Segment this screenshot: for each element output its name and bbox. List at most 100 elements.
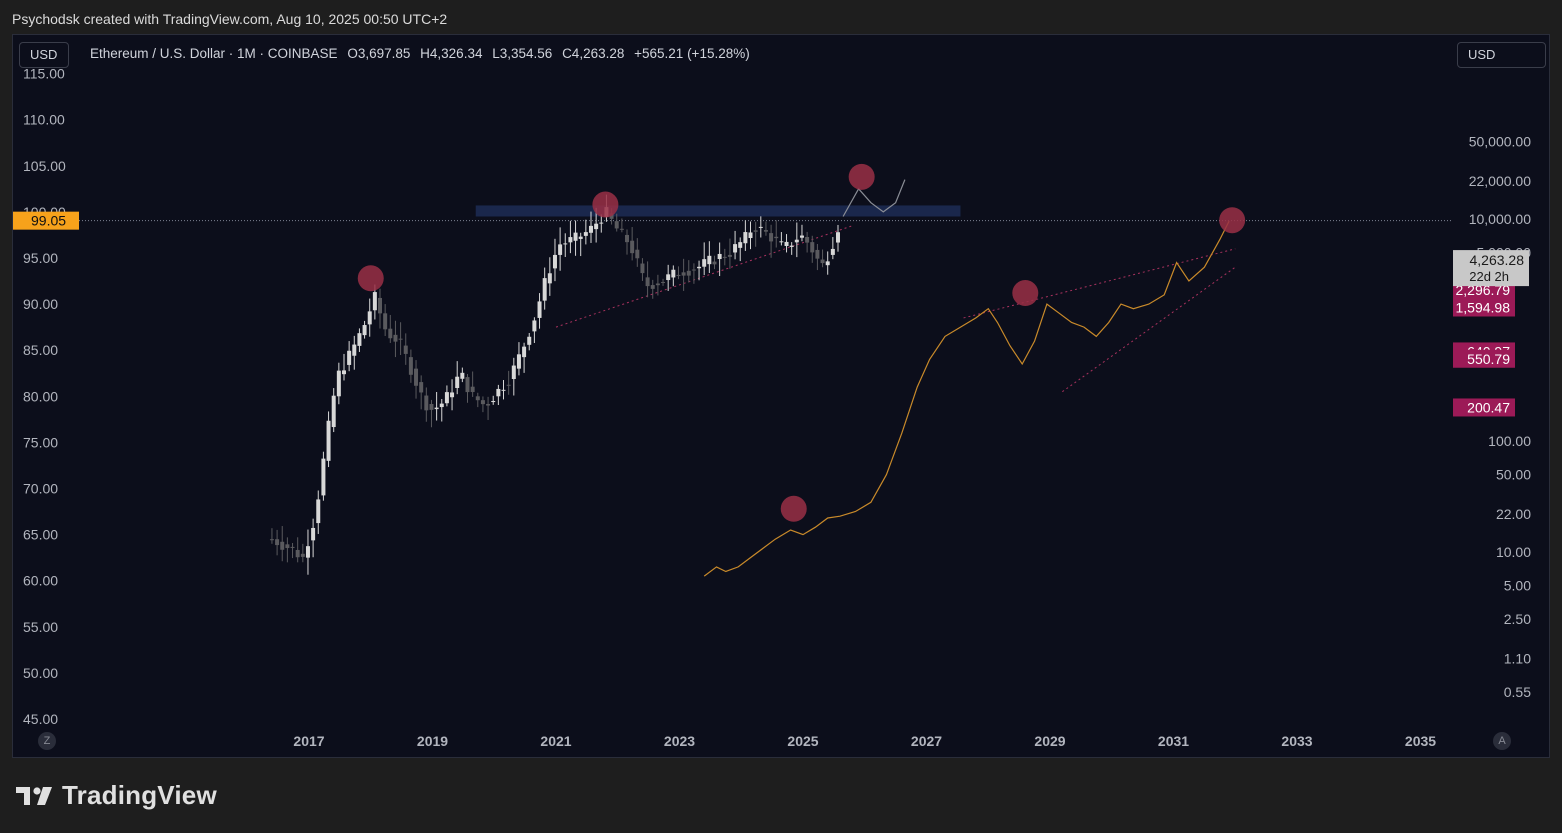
candle-body xyxy=(588,225,593,233)
candle-body xyxy=(475,396,480,401)
candle xyxy=(501,380,506,400)
brand-footer[interactable]: TradingView xyxy=(16,780,217,811)
candle-body xyxy=(372,292,377,311)
cycle-marker-3 xyxy=(780,495,807,522)
candle xyxy=(434,391,439,421)
time-axis-tick: 2033 xyxy=(1281,733,1312,749)
candle xyxy=(290,542,295,559)
candle-body xyxy=(630,240,635,254)
price-badge-text: 1,594.98 xyxy=(1456,299,1511,315)
candle-body xyxy=(681,272,686,276)
candle xyxy=(311,518,316,558)
candle xyxy=(393,320,398,358)
candle xyxy=(810,235,815,263)
candle xyxy=(419,375,424,410)
candle-body xyxy=(275,539,280,546)
current-price-text: 4,263.28 xyxy=(1470,252,1525,268)
candle xyxy=(697,260,702,281)
candle-body xyxy=(655,283,660,286)
right-axis-tick: 22.00 xyxy=(1496,506,1531,522)
tradingview-logo-icon xyxy=(16,786,52,805)
candle xyxy=(506,370,511,395)
candle xyxy=(527,332,532,351)
candle-body xyxy=(707,255,712,265)
candle xyxy=(743,220,748,251)
candle-body xyxy=(280,541,285,550)
right-axis-tick: 50,000.00 xyxy=(1469,133,1531,149)
candle xyxy=(748,221,753,250)
candle-body xyxy=(640,263,645,274)
currency-button-right[interactable]: USD xyxy=(1457,42,1546,68)
candle-body xyxy=(419,382,424,393)
candle-body xyxy=(753,230,758,232)
countdown-text: 22d 2h xyxy=(1469,269,1509,284)
candle xyxy=(805,231,810,253)
candle-body xyxy=(738,242,743,248)
current-price-badge: 4,263.2822d 2h xyxy=(1453,250,1529,287)
candle-body xyxy=(455,376,460,389)
candle xyxy=(460,367,465,383)
candle-body xyxy=(578,236,583,239)
candle xyxy=(578,232,583,257)
candle xyxy=(671,265,676,287)
candle xyxy=(825,251,830,275)
candle xyxy=(300,543,305,563)
candle-body xyxy=(321,458,326,496)
candle-body xyxy=(558,244,563,255)
candle-body xyxy=(486,403,491,406)
candle xyxy=(316,490,321,534)
candle-body xyxy=(501,389,506,391)
trendline-2 xyxy=(1062,266,1236,393)
candle-body xyxy=(429,403,434,410)
candle xyxy=(275,529,280,556)
candle xyxy=(568,220,573,254)
candle-body xyxy=(671,269,676,278)
candle-body xyxy=(815,249,820,259)
right-axis-tick: 100.00 xyxy=(1488,433,1531,449)
candle xyxy=(763,221,768,236)
candle xyxy=(583,219,588,245)
time-axis-tick: 2023 xyxy=(664,733,695,749)
candle-body xyxy=(403,345,408,354)
candle xyxy=(465,374,470,403)
candle-body xyxy=(357,333,362,346)
candle-body xyxy=(619,228,624,230)
currency-button-left[interactable]: USD xyxy=(19,42,69,68)
time-axis-tick: 2029 xyxy=(1034,733,1065,749)
candle-body xyxy=(542,278,547,301)
candle xyxy=(486,396,491,420)
candle xyxy=(378,288,383,329)
right-axis-tick: 22,000.00 xyxy=(1469,173,1531,189)
left-price-axis: 45.00 50.00 55.00 60.00 65.00 70.00 75.00 80.00… xyxy=(13,66,79,727)
right-axis-tick: 0.55 xyxy=(1504,684,1531,700)
candle xyxy=(794,222,799,258)
candle xyxy=(439,399,444,422)
left-axis-tick: 115.00 xyxy=(23,66,65,82)
candle-body xyxy=(769,233,774,242)
candle xyxy=(280,526,285,562)
candle-body xyxy=(830,248,835,255)
auto-scale-button[interactable]: A xyxy=(1493,732,1511,750)
zoom-reset-button[interactable]: Z xyxy=(38,732,56,750)
candle-body xyxy=(789,245,794,247)
chart-pane[interactable]: 45.00 50.00 55.00 60.00 65.00 70.00 75.00 80.00… xyxy=(12,34,1550,758)
candle-body xyxy=(367,311,372,325)
candle xyxy=(640,258,645,281)
candle xyxy=(285,537,290,563)
price-chart[interactable]: 45.00 50.00 55.00 60.00 65.00 70.00 75.00 80.00… xyxy=(13,35,1550,758)
candle xyxy=(444,385,449,407)
candle-body xyxy=(799,235,804,238)
candle xyxy=(779,232,784,246)
candle xyxy=(414,360,419,399)
candle xyxy=(625,229,630,255)
candle-body xyxy=(450,392,455,398)
candle-body xyxy=(779,241,784,243)
candle xyxy=(820,249,825,268)
left-axis-tick: 70.00 xyxy=(23,481,58,497)
candle xyxy=(408,349,413,383)
candle xyxy=(367,298,372,337)
candle xyxy=(733,230,738,260)
candle xyxy=(769,224,774,258)
candle-body xyxy=(465,377,470,393)
candle-body xyxy=(552,254,557,269)
